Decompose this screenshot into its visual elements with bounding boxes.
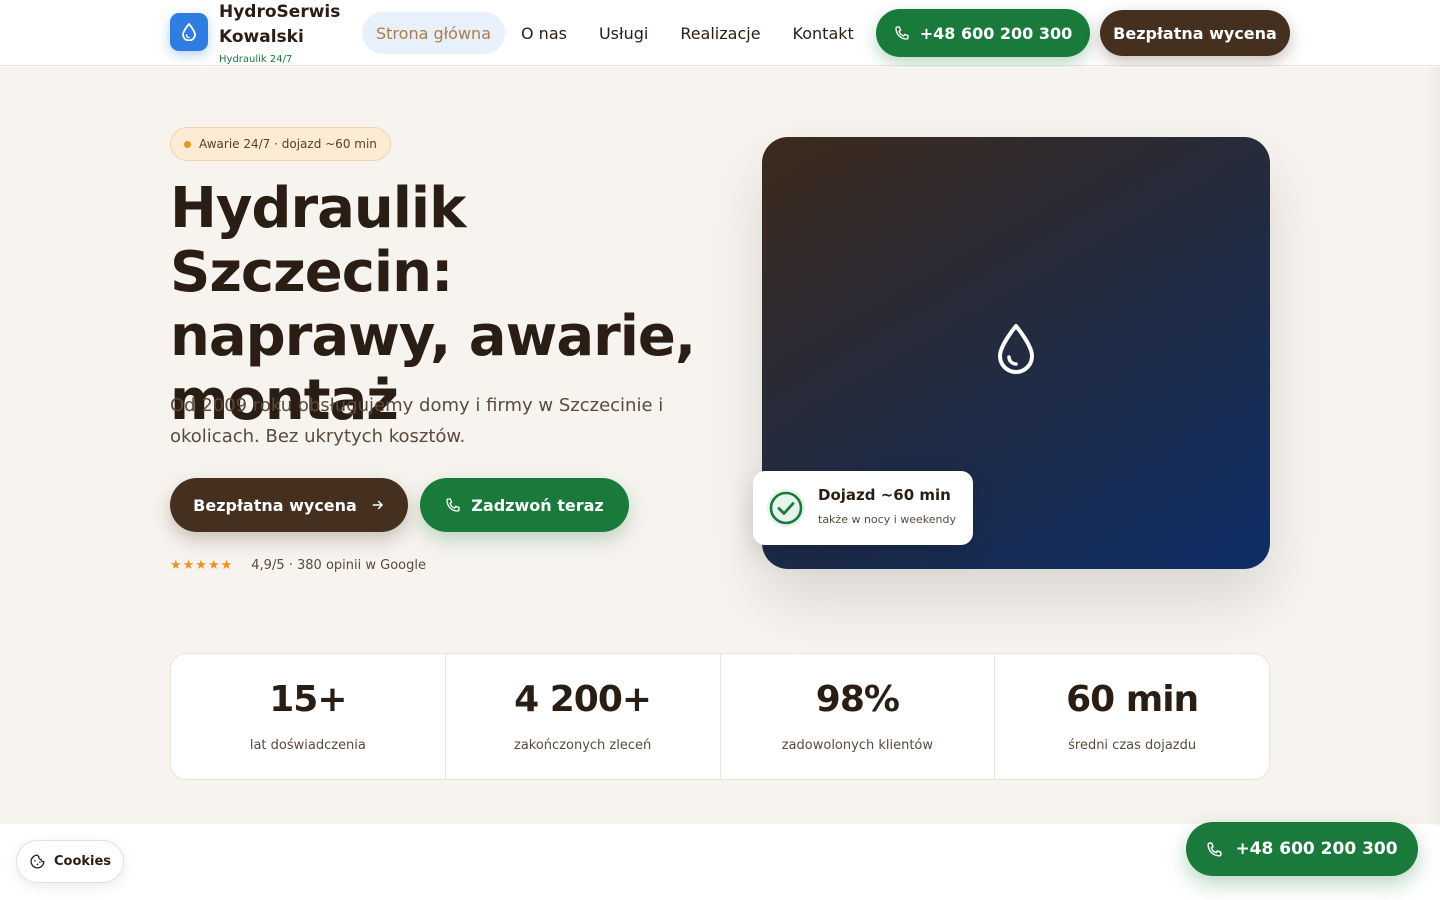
floating-phone-label: +48 600 200 300 (1235, 839, 1398, 859)
header-phone-label: +48 600 200 300 (919, 23, 1073, 43)
arrow-right-icon (372, 500, 383, 510)
stat-orders: 4 200+ zakończonych zleceń (446, 654, 721, 779)
stat-experience: 15+ lat doświadczenia (171, 654, 446, 779)
water-drop-icon (998, 324, 1034, 374)
rating-text: 4,9/5 · 380 opinii w Google (251, 558, 426, 573)
stats-bar: 15+ lat doświadczenia 4 200+ zakończonyc… (170, 653, 1270, 780)
header-quote-button[interactable]: Bezpłatna wycena (1100, 10, 1290, 56)
hero-quote-button[interactable]: Bezpłatna wycena (170, 478, 408, 532)
eta-subtitle: także w nocy i weekendy (818, 513, 957, 526)
header-phone-button[interactable]: +48 600 200 300 (876, 9, 1090, 57)
site-header: HydroSerwis Kowalski Hydraulik 24/7 Stro… (0, 0, 1440, 66)
stat-label: średni czas dojazdu (1068, 738, 1197, 753)
brand-tagline: Hydraulik 24/7 (219, 54, 293, 65)
stat-value: 60 min (1066, 679, 1199, 720)
emergency-badge: Awarie 24/7 · dojazd ~60 min (170, 127, 391, 161)
floating-phone-button[interactable]: +48 600 200 300 (1186, 822, 1418, 876)
main-nav: Strona główna O nas Usługi Realizacje Ko… (362, 12, 870, 54)
eta-card: Dojazd ~60 min także w nocy i weekendy (753, 471, 973, 545)
cookies-button[interactable]: Cookies (16, 840, 124, 883)
phone-icon (1207, 841, 1223, 857)
stat-label: zakończonych zleceń (514, 738, 652, 753)
phone-icon (895, 26, 909, 40)
scroll-edge-shadow (1426, 66, 1440, 826)
stat-label: lat doświadczenia (249, 738, 366, 753)
nav-item-contact[interactable]: Kontakt (777, 12, 870, 54)
stat-satisfaction: 98% zadowolonych klientów (721, 654, 996, 779)
nav-item-projects[interactable]: Realizacje (664, 12, 776, 54)
nav-item-about[interactable]: O nas (505, 12, 583, 54)
nav-item-services[interactable]: Usługi (583, 12, 664, 54)
brand-name[interactable]: HydroSerwis Kowalski (219, 0, 359, 50)
hero-quote-label: Bezpłatna wycena (193, 495, 357, 515)
eta-title: Dojazd ~60 min (818, 486, 951, 504)
hero-subtitle: Od 2009 roku obsługujemy domy i firmy w … (170, 395, 664, 447)
stat-value: 98% (815, 679, 900, 720)
phone-icon (446, 498, 460, 512)
stat-arrival-time: 60 min średni czas dojazdu (995, 654, 1269, 779)
star-rating-icon: ★★★★★ (170, 558, 234, 573)
stat-value: 4 200+ (514, 679, 652, 720)
google-rating: ★★★★★ 4,9/5 · 380 opinii w Google (170, 558, 426, 573)
cookies-label: Cookies (53, 854, 112, 869)
water-drop-icon (182, 23, 196, 41)
cookie-icon (30, 854, 45, 869)
hero-call-label: Zadzwoń teraz (471, 495, 604, 515)
stat-label: zadowolonych klientów (781, 738, 934, 753)
hero-call-button[interactable]: Zadzwoń teraz (420, 478, 629, 532)
logo[interactable] (170, 13, 208, 51)
emergency-badge-label: Awarie 24/7 · dojazd ~60 min (199, 137, 377, 151)
hero-section: Awarie 24/7 · dojazd ~60 min Hydraulik S… (0, 67, 1440, 824)
stat-value: 15+ (269, 679, 347, 720)
check-circle-icon (767, 489, 805, 527)
status-dot (184, 140, 191, 148)
nav-item-home[interactable]: Strona główna (362, 12, 505, 54)
